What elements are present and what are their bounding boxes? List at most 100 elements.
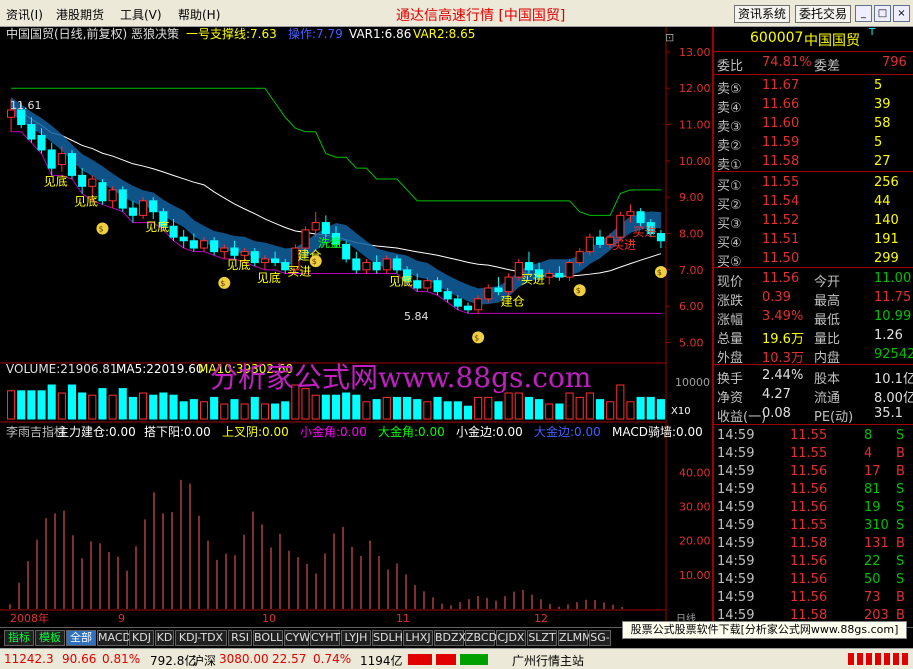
ma-line [10, 104, 662, 277]
ratio-value: 74.81% [762, 55, 812, 70]
connection-icon [848, 653, 908, 665]
menu-help[interactable]: 帮助(H) [178, 6, 220, 23]
tab-lhxj[interactable]: LHXJ [403, 630, 433, 646]
volume-bar [271, 403, 280, 420]
money-bag-icon-glyph: $ [657, 268, 662, 277]
signal-label: 洗盘 [318, 235, 342, 250]
tab-zbcd[interactable]: ZBCD [465, 630, 497, 646]
tab-sg-[interactable]: SG- [589, 630, 611, 646]
buy-order-cell: 44 [874, 194, 891, 209]
stock-code: 600007 [750, 30, 804, 46]
sell-order-cell: 卖④ [717, 101, 742, 116]
tick-row-cell: 11.56 [790, 464, 828, 479]
tick-row-cell: 8 [864, 428, 873, 443]
volume-bar [535, 399, 544, 420]
tab-lyjh[interactable]: LYJH [341, 630, 371, 646]
status-bar: 11242.3 90.66 0.81% 792.8亿 沪深 3080.00 22… [0, 648, 913, 669]
volume-bar [474, 396, 483, 420]
volume-bar [7, 390, 16, 420]
window-title: 通达信高速行情 [中国国贸] [396, 8, 566, 24]
tab-sdlh[interactable]: SDLH [372, 630, 403, 646]
volume-bar [443, 401, 452, 420]
tab-kdj-tdx[interactable]: KDJ-TDX [175, 630, 227, 646]
volume-bar [646, 396, 655, 420]
chart-grid [0, 27, 670, 627]
tick-row-cell: 14:59 [717, 482, 755, 497]
candle [321, 222, 330, 235]
candle [443, 291, 452, 300]
tick-row-cell: 11.58 [790, 536, 828, 551]
tab-kd[interactable]: KD [155, 630, 174, 646]
tab-cjdx[interactable]: CJDX [496, 630, 526, 646]
tick-row-cell: 11.56 [790, 554, 828, 569]
tick-row-cell: 14:59 [717, 590, 755, 605]
stat-cell: 最低 [814, 313, 841, 328]
menu-hk-futures[interactable]: 港股期货 [56, 6, 104, 23]
tick-row-cell: 11.56 [790, 590, 828, 605]
fund-cell: 2.44% [762, 368, 804, 383]
menu-tools[interactable]: 工具(V) [120, 6, 162, 23]
indicator-field: 上叉阴:0.00 [222, 425, 289, 439]
tick-row-cell: S [896, 482, 905, 497]
buy-order-cell: 11.52 [762, 213, 800, 228]
tick-row-cell: 14:59 [717, 572, 755, 587]
tab-kdj[interactable]: KDJ [129, 630, 154, 646]
volume-bar [149, 394, 158, 420]
trade-button[interactable]: 委托交易 [795, 5, 852, 23]
volume-bar [494, 401, 503, 420]
tab-bdzx[interactable]: BDZX [434, 630, 466, 646]
axis-labels: 13.00 12.00 11.00 10.00 9.00 8.00 7.00 6.00 5.00… [10, 46, 711, 625]
tick-row-cell: S [896, 428, 905, 443]
signal-label: 见底 [44, 173, 68, 188]
tab-指标[interactable]: 指标 [4, 630, 34, 646]
candle [565, 262, 574, 278]
buy-order-cell: 11.50 [762, 251, 800, 266]
fund-cell: 净资 [717, 391, 744, 406]
tab-模板[interactable]: 模板 [35, 630, 65, 646]
tick-row-cell: 11.56 [790, 500, 828, 515]
signal-label: 见底 [389, 273, 413, 288]
volume-bar [98, 388, 107, 420]
volume-bar [199, 401, 209, 420]
sell-order-cell: 39 [874, 97, 891, 112]
tab-rsi[interactable]: RSI [228, 630, 252, 646]
candle [636, 211, 645, 224]
tab-zlmm[interactable]: ZLMM [558, 630, 592, 646]
date-label: 11 [396, 612, 410, 625]
sz-amount: 1194亿 [360, 654, 403, 668]
op-label: 操作: [288, 27, 316, 41]
tab-cyw[interactable]: CYW [284, 630, 310, 646]
volume-bar [47, 384, 56, 420]
sh-amount: 792.8亿 [150, 654, 197, 668]
tick-row-cell: 310 [864, 518, 889, 533]
volume-bar [656, 399, 665, 420]
sell-order-cell: 11.58 [762, 154, 800, 169]
tick-row-cell: 11.56 [790, 572, 828, 587]
tab-slzt[interactable]: SLZT [527, 630, 557, 646]
volume-bar [321, 394, 330, 420]
candle [169, 225, 178, 238]
fund-cell: 10.1亿 [874, 372, 913, 387]
tab-macd[interactable]: MACD [97, 630, 131, 646]
volume-bar [260, 403, 269, 420]
sz-change: 22.57 [272, 652, 307, 666]
chart-settings-icon[interactable]: ⊡ [665, 31, 674, 44]
minimize-icon[interactable]: _ [855, 5, 872, 22]
tab-cyht[interactable]: CYHT [310, 630, 340, 646]
stat-cell: 11.00 [874, 271, 912, 286]
info-system-button[interactable]: 资讯系统 [734, 5, 791, 23]
promo-banner[interactable]: 股票公式股票软件下载[分析家公式网www.88gs.com] [622, 621, 907, 639]
tab-全部[interactable]: 全部 [66, 630, 96, 646]
volume-bar [423, 401, 432, 420]
stock-name: 中国国贸 [804, 33, 860, 49]
indicator-field: 主力建仓:0.00 [57, 425, 136, 439]
sz-pct: 0.74% [313, 652, 352, 666]
candle [362, 262, 371, 271]
restore-icon[interactable]: □ [874, 5, 891, 22]
station-name[interactable]: 广州行情主站 [512, 652, 584, 669]
kline-chart[interactable]: 见底见底见底见底见底建仓买进洗盘建仓买进见底买进买进$$$$$$ 13.0012… [0, 27, 715, 627]
candle [118, 189, 127, 209]
menu-info[interactable]: 资讯(I) [6, 6, 43, 23]
close-icon[interactable]: × [893, 5, 910, 22]
tab-boll[interactable]: BOLL [253, 630, 283, 646]
